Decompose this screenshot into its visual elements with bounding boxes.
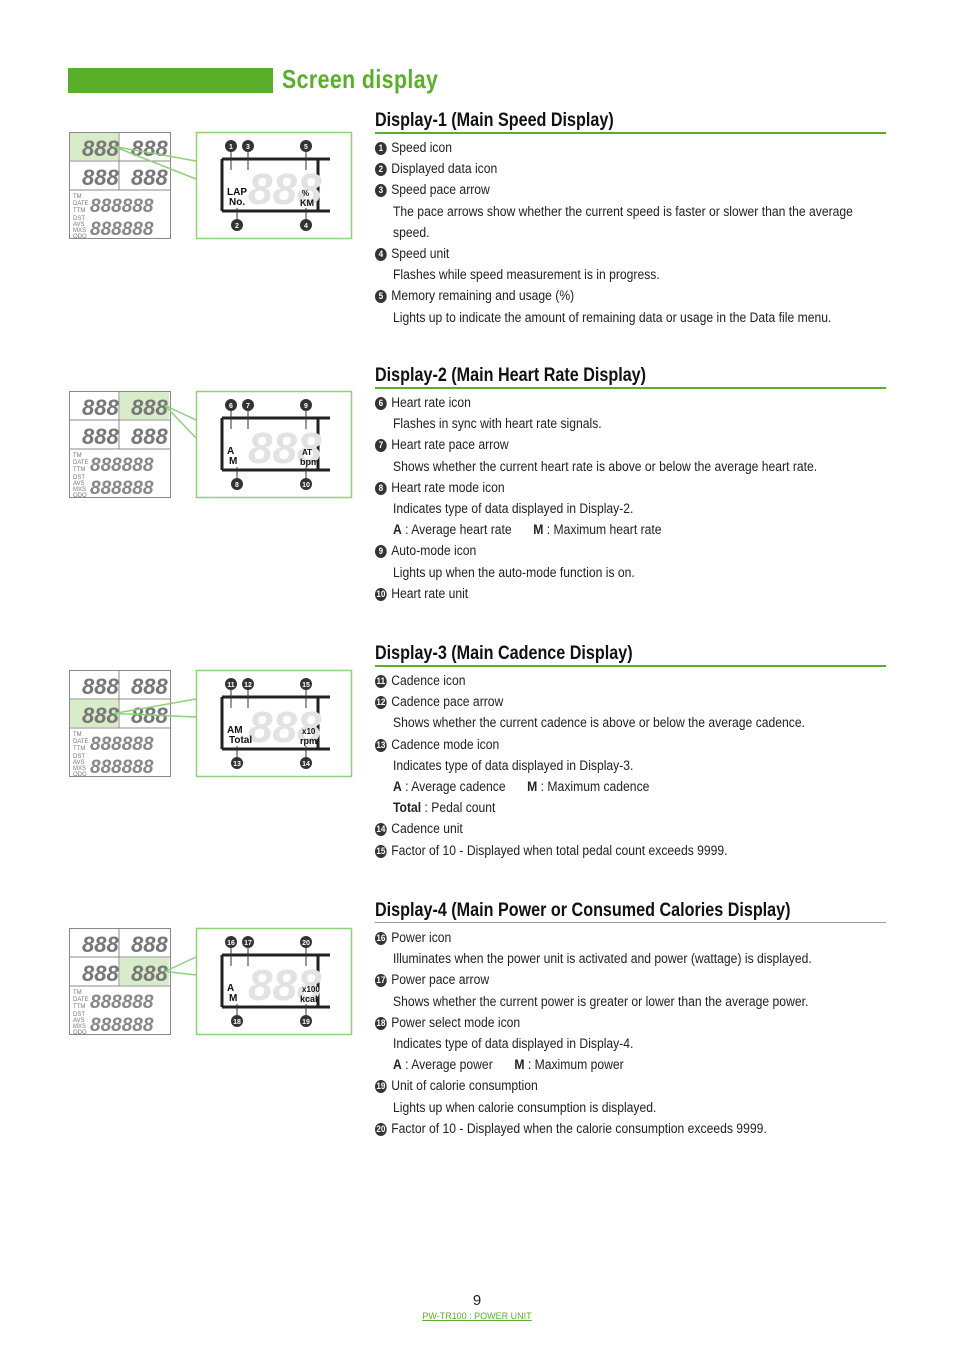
callout-number: 16: [227, 940, 235, 947]
lcd-digits: 888: [131, 932, 168, 957]
lcd-digits: 888: [82, 932, 119, 957]
svg-text:TTM: TTM: [73, 1004, 85, 1010]
lcd-label: kcal: [300, 994, 318, 1004]
lcd-digits: 888: [131, 961, 168, 986]
lcd-digits: 888: [82, 961, 119, 986]
lcd-label: x100: [302, 985, 320, 994]
svg-text:ODO: ODO: [73, 1030, 87, 1036]
lcd-label: M: [229, 993, 237, 1004]
callout-number: 20: [302, 940, 310, 947]
callout-number: 19: [302, 1019, 310, 1026]
callout-number: 18: [233, 1019, 241, 1026]
lcd-digits: 888888: [90, 992, 154, 1013]
svg-text:DATE: DATE: [73, 997, 89, 1003]
lcd-diagram: 888 888888 888888888888888TMDATETTMDSTAVSM…: [69, 927, 353, 1036]
callout-number: 17: [244, 940, 252, 947]
svg-text:TM: TM: [73, 990, 82, 996]
lcd-digits: 888888: [90, 1015, 154, 1036]
